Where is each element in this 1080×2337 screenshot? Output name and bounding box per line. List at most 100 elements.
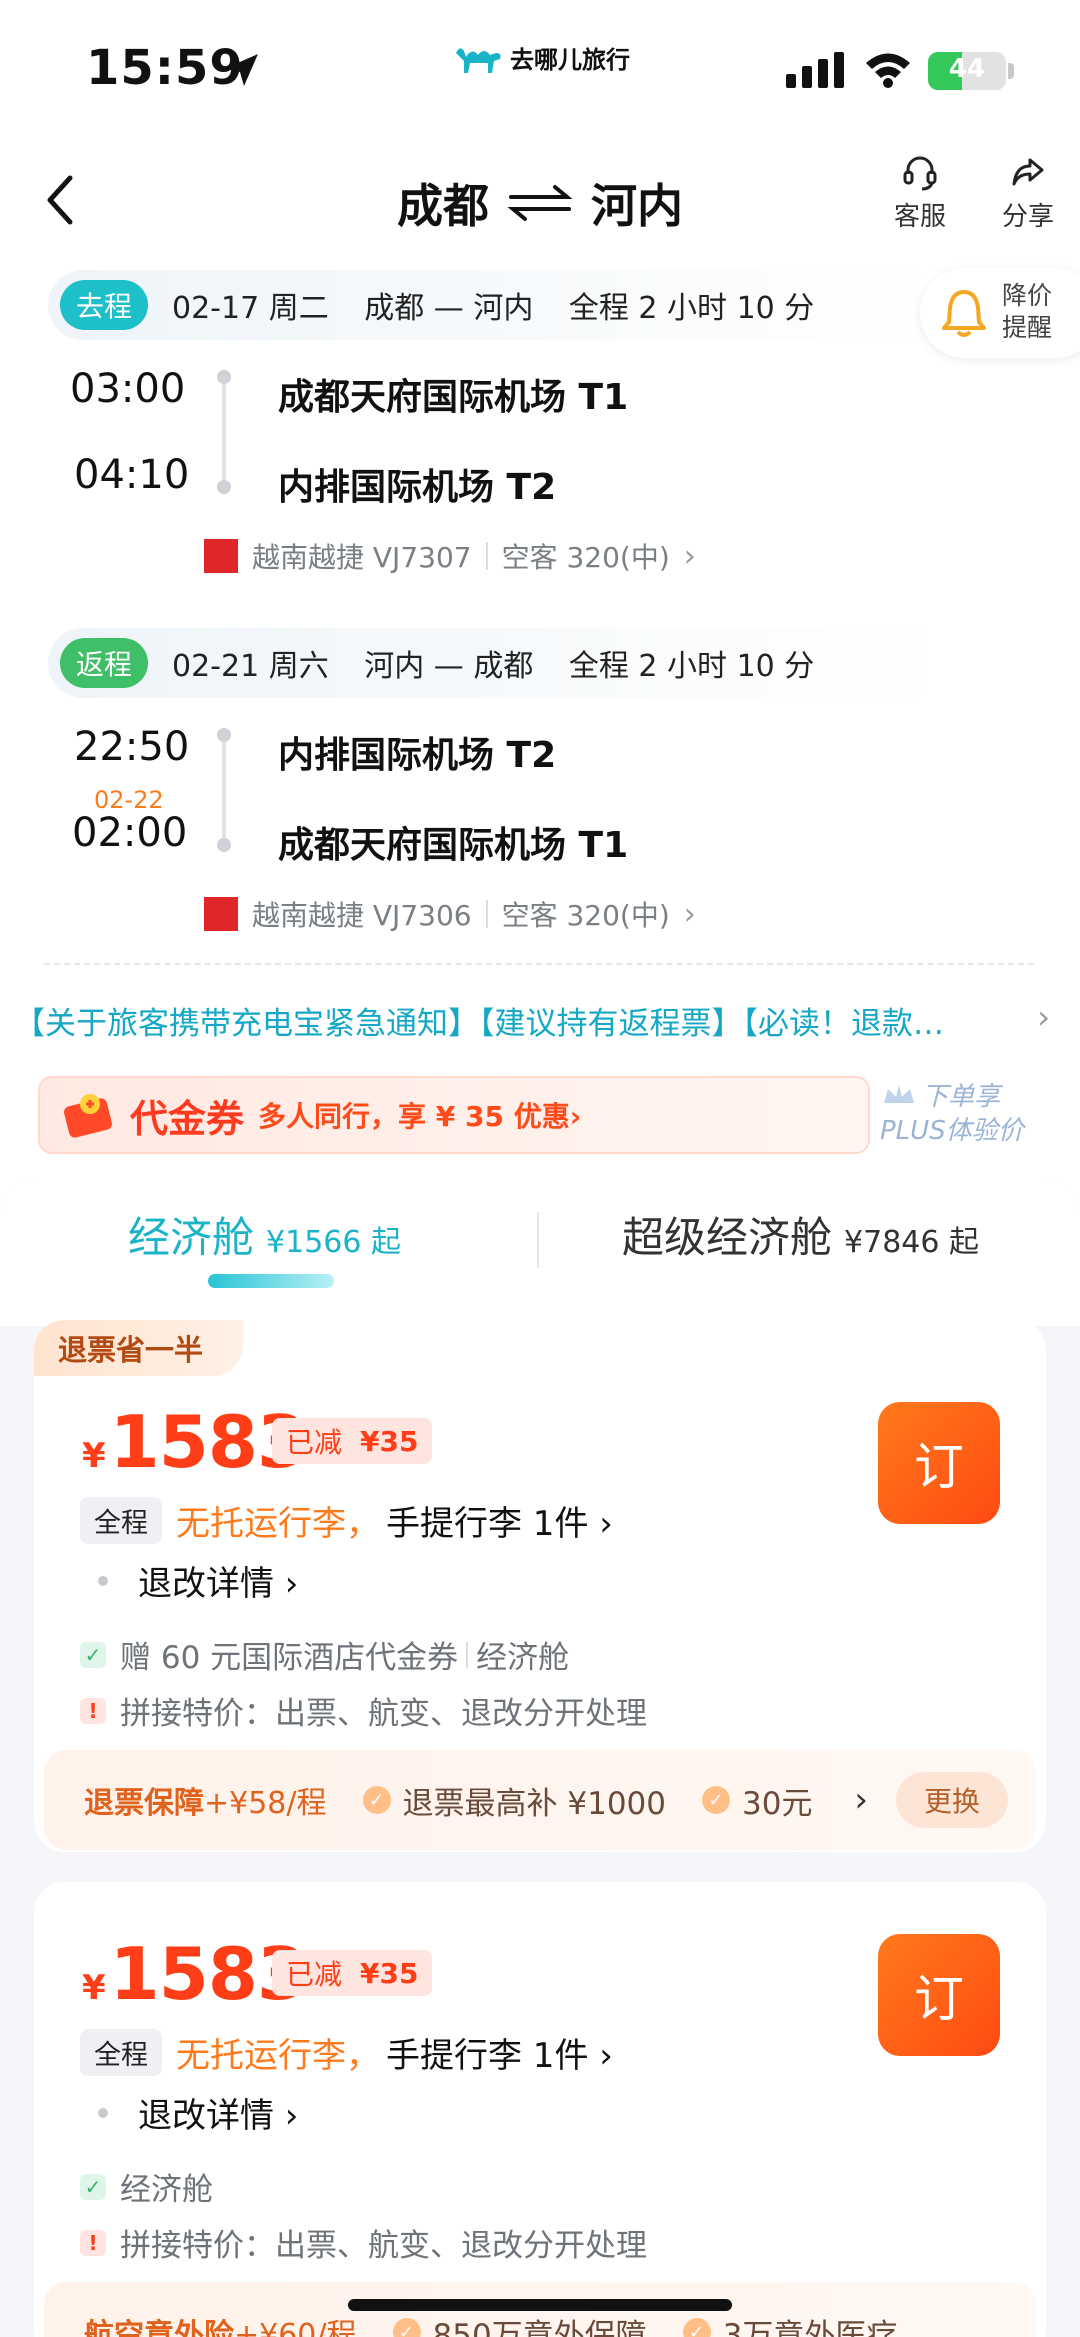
plus-line1: 下单享: [880, 1080, 1080, 1114]
return-dep-airport: 内排国际机场 T2: [278, 735, 557, 776]
currency-symbol: ¥: [82, 1436, 106, 1476]
brand-logo: 去哪儿旅行: [454, 40, 630, 75]
outbound-info: 02-17 周二 成都 — 河内 全程 2 小时 10 分: [172, 283, 840, 327]
outbound-flight-meta[interactable]: 越南越捷 VJ7307 空客 320(中) ›: [204, 536, 696, 576]
insurance-item1: 850万意外保障: [432, 2317, 647, 2337]
carry-on-baggage: 手提行李 1件 ›: [386, 2036, 613, 2076]
combo-fare-warning: 拼接特价：出票、航变、退改分开处理: [120, 2228, 647, 2264]
camel-icon: [456, 47, 501, 73]
guarantee-item: ✓ 30元: [702, 1778, 812, 1823]
return-summary: 返程 02-21 周六 河内 — 成都 全程 2 小时 10 分: [48, 628, 948, 698]
price-alert-line1: 降价: [1002, 281, 1053, 310]
exclamation-icon: !: [80, 2229, 106, 2256]
plus-crown-icon: [884, 1085, 914, 1103]
refund-details-link[interactable]: 退改详情 ›: [88, 1556, 298, 1605]
fare-badge: 退票省一半: [34, 1320, 244, 1376]
discount-tag: 已减 ¥35: [272, 1950, 433, 1996]
insurance-title: 航空意外险+¥60/程: [84, 2310, 357, 2337]
share-icon: [1012, 158, 1044, 186]
outbound-tag: 去程: [60, 280, 148, 330]
return-route: 河内 — 成都: [364, 649, 534, 684]
customer-service-button[interactable]: 客服: [880, 152, 960, 233]
baggage-row[interactable]: 全程 无托运行李， 手提行李 1件 ›: [80, 1496, 613, 1545]
guarantee-item1: 退票最高补 ¥1000: [402, 1785, 666, 1822]
guarantee-item2: 30元: [742, 1785, 813, 1822]
timeline-dot: [217, 480, 231, 494]
battery-level: 44: [948, 54, 986, 84]
benefit-row: ✓ 赠 60 元国际酒店代金券 经济舱: [80, 1632, 569, 1677]
insurance-name: 航空意外险: [84, 2318, 234, 2337]
tab-premium-economy[interactable]: 超级经济舱 ¥7846 起: [622, 1204, 979, 1265]
round-trip-arrows-icon: [507, 185, 573, 221]
return-arr-time: 02:00: [72, 810, 188, 856]
return-flight-meta[interactable]: 越南越捷 VJ7306 空客 320(中) ›: [204, 894, 696, 934]
price-alert-label: 降价 提醒: [1002, 280, 1052, 344]
origin-city: 成都: [397, 179, 489, 233]
coupon-title: 代金券: [130, 1096, 245, 1141]
coupon-desc: 多人同行，享 ¥ 35 优惠›: [258, 1100, 582, 1133]
fare-card[interactable]: ¥ 1583 已减 ¥35 订 全程 无托运行李， 手提行李 1件 › 退改详情…: [34, 1882, 1046, 2337]
outbound-route: 成都 — 河内: [364, 291, 534, 326]
book-button[interactable]: 订: [878, 1402, 1000, 1524]
insurance-item: ✓ 3万意外医疗: [682, 2310, 897, 2337]
benefit-cabin: 经济舱: [476, 1640, 570, 1676]
outbound-date: 02-17 周二: [172, 291, 329, 326]
bullet-dot: [98, 2107, 108, 2118]
customer-service-label: 客服: [893, 202, 946, 232]
check-circle-icon: ✓: [682, 2318, 711, 2337]
battery-indicator: 44: [928, 52, 1006, 90]
vietjet-logo: [204, 897, 238, 931]
wifi-icon: [866, 53, 910, 88]
tab-economy[interactable]: 经济舱 ¥1566 起: [128, 1204, 401, 1265]
return-airline: 越南越捷 VJ7306: [252, 899, 472, 932]
outbound-arr-time: 04:10: [74, 452, 190, 498]
discount-value: ¥35: [360, 1424, 419, 1458]
warning-row: ! 拼接特价：出票、航变、退改分开处理: [80, 2220, 647, 2265]
benefit-cabin: 经济舱: [120, 2172, 213, 2208]
discount-tag: 已减 ¥35: [272, 1418, 433, 1464]
chevron-right-icon: ›: [854, 1780, 868, 1820]
coupon-banner[interactable]: 代金券 多人同行，享 ¥ 35 优惠›: [38, 1076, 870, 1154]
check-icon: ✓: [80, 1641, 106, 1668]
refund-details-label: 退改详情 ›: [138, 1564, 299, 1604]
return-info: 02-21 周六 河内 — 成都 全程 2 小时 10 分: [172, 641, 840, 685]
outbound-dep-airport: 成都天府国际机场 T1: [278, 377, 629, 418]
destination-city: 河内: [591, 179, 683, 233]
status-time: 15:59: [86, 40, 244, 96]
tab-economy-name: 经济舱: [128, 1213, 255, 1262]
baggage-row[interactable]: 全程 无托运行李， 手提行李 1件 ›: [80, 2028, 613, 2077]
brand-name: 去哪儿旅行: [510, 46, 630, 74]
outbound-aircraft: 空客 320(中): [501, 541, 670, 574]
price-alert-button[interactable]: 降价 提醒: [920, 268, 1080, 358]
coupon-envelope-icon: [64, 1094, 112, 1138]
refund-guarantee-bar[interactable]: 退票保障+¥58/程 ✓ 退票最高补 ¥1000 ✓ 30元 › 更换: [44, 1750, 1036, 1850]
guarantee-title: 退票保障+¥58/程: [84, 1778, 327, 1822]
tab-premium-economy-price: ¥7846 起: [844, 1225, 979, 1260]
plus-line1-text: 下单享: [922, 1082, 1001, 1112]
outbound-summary: 去程 02-17 周二 成都 — 河内 全程 2 小时 10 分: [48, 270, 948, 340]
discount-label: 已减: [286, 1958, 343, 1991]
fare-card[interactable]: 退票省一半 ¥ 1583 已减 ¥35 订 全程 无托运行李， 手提行李 1件 …: [34, 1320, 1046, 1852]
share-label: 分享: [1001, 202, 1054, 232]
refund-details-label: 退改详情 ›: [138, 2096, 299, 2136]
bullet-dot: [98, 1575, 108, 1586]
cabin-fares-panel: 经济舱 ¥1566 起 超级经济舱 ¥7846 起 退票省一半 ¥ 1583 已…: [0, 1176, 1080, 2337]
change-button[interactable]: 更换: [896, 1772, 1008, 1828]
return-date: 02-21 周六: [172, 649, 329, 684]
timeline-line: [222, 742, 226, 838]
share-button[interactable]: 分享: [988, 152, 1068, 233]
page-header: 成都 河内 客服 分享: [0, 140, 1080, 260]
notice-text: 【关于旅客携带充电宝紧急通知】【建议持有返程票】【必读！退款…: [14, 1006, 944, 1042]
book-button[interactable]: 订: [878, 1934, 1000, 2056]
carry-on-baggage: 手提行李 1件 ›: [386, 1504, 613, 1544]
benefit-hotel-voucher: 赠 60 元国际酒店代金券: [120, 1640, 459, 1676]
price-alert-line2: 提醒: [1002, 313, 1053, 342]
check-circle-icon: ✓: [702, 1786, 730, 1814]
refund-details-link[interactable]: 退改详情 ›: [88, 2088, 298, 2137]
notice-banner[interactable]: 【关于旅客携带充电宝紧急通知】【建议持有返程票】【必读！退款… ›: [14, 998, 1064, 1051]
cellular-signal-icon: [786, 52, 844, 88]
divider: [485, 542, 488, 570]
tab-economy-price: ¥1566 起: [266, 1225, 401, 1260]
check-circle-icon: ✓: [392, 2318, 421, 2337]
discount-value: ¥35: [360, 1956, 419, 1990]
